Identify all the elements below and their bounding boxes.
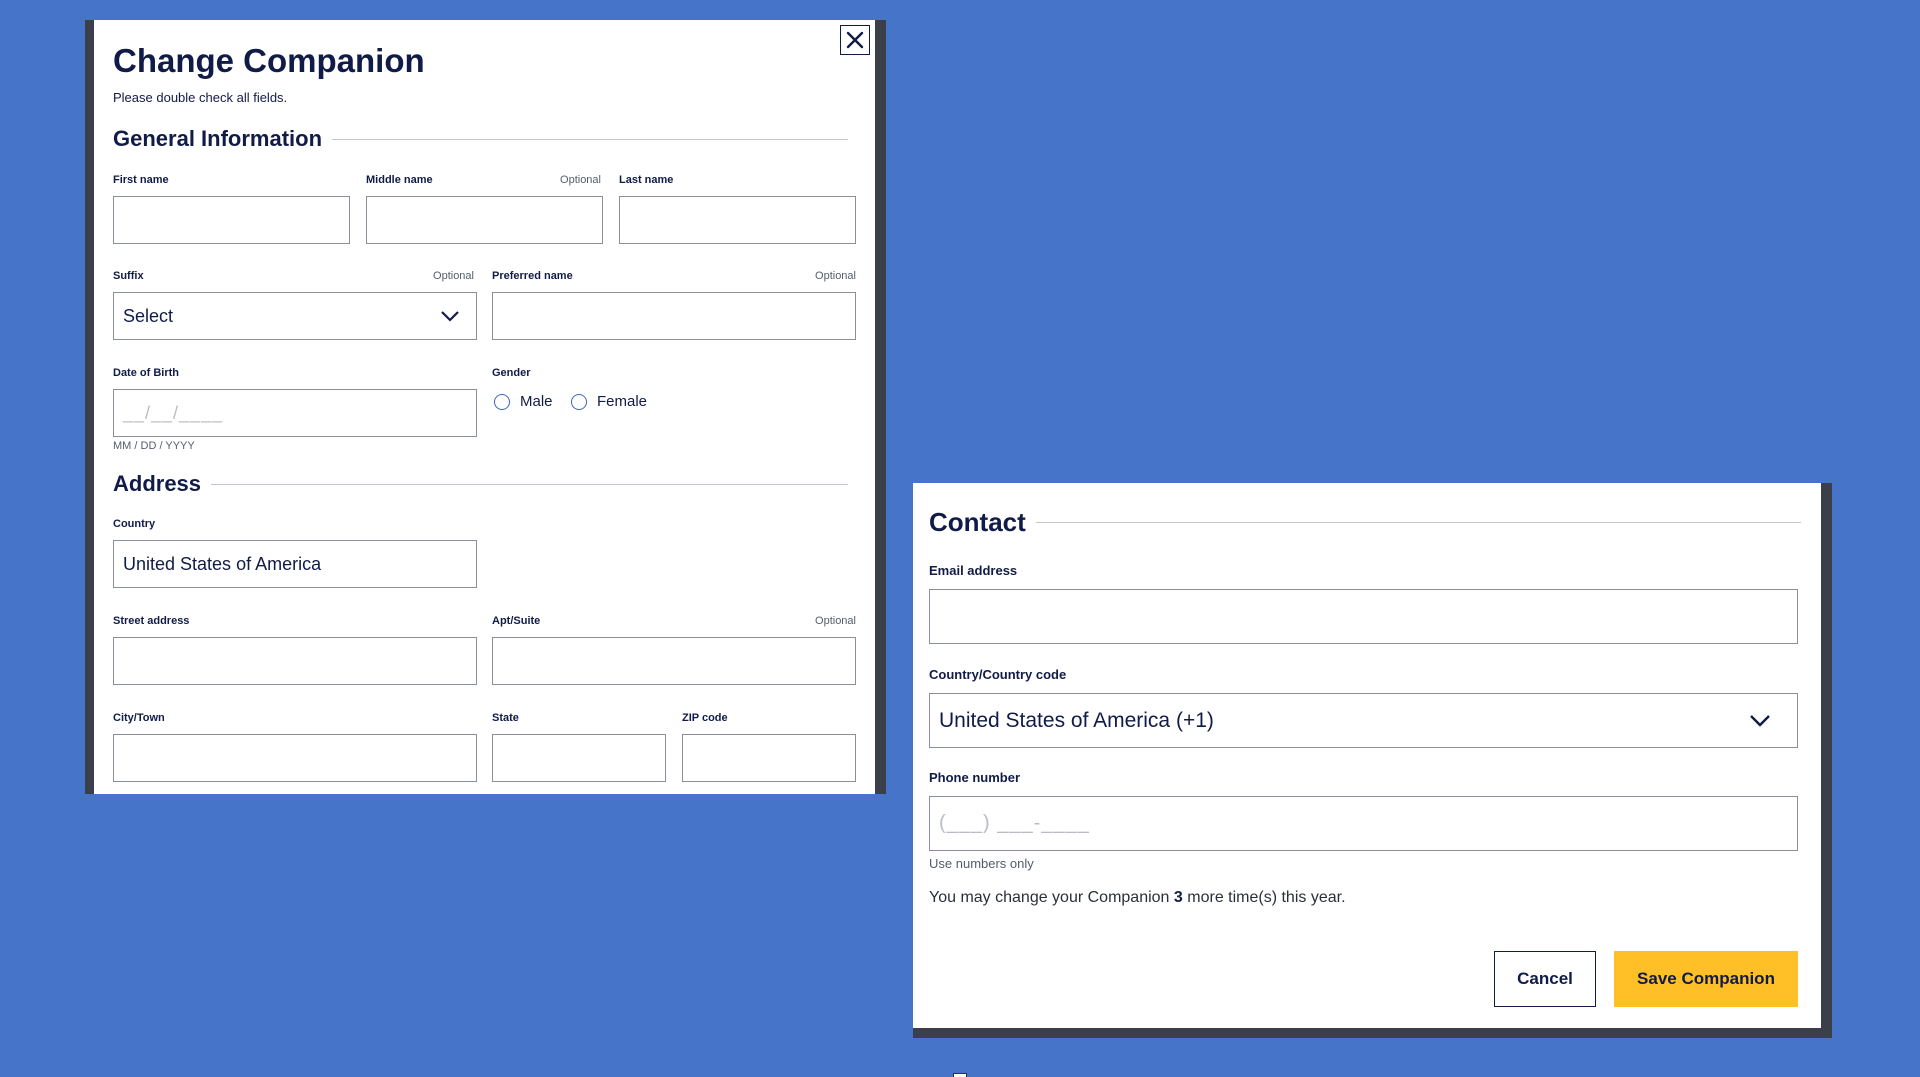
page-edge-element: [953, 1073, 967, 1077]
email-label: Email address: [929, 563, 1018, 578]
section-heading: Contact: [929, 507, 1026, 537]
dob-hint: MM / DD / YYYY: [113, 440, 195, 452]
preferred-name-optional: Optional: [815, 270, 856, 282]
section-heading: Address: [113, 471, 202, 496]
close-icon: [846, 31, 864, 49]
backdrop-edge-right: [875, 20, 886, 794]
city-input[interactable]: [113, 734, 477, 782]
preferred-name-input[interactable]: [492, 292, 856, 340]
apt-suite-input[interactable]: [492, 637, 856, 685]
middle-name-optional: Optional: [560, 174, 601, 186]
preferred-name-label: Preferred name: [492, 270, 573, 282]
gender-option-label: Male: [520, 393, 553, 410]
country-input[interactable]: United States of America: [113, 540, 477, 588]
suffix-selected-value: Select: [123, 305, 174, 326]
last-name-input[interactable]: [619, 196, 856, 244]
zip-label: ZIP code: [682, 712, 728, 724]
street-address-label: Street address: [113, 615, 190, 627]
middle-name-label: Middle name: [366, 174, 433, 186]
phone-hint: Use numbers only: [929, 856, 1034, 871]
radio-circle-icon: [571, 393, 587, 410]
chevron-down-icon: [1750, 714, 1770, 727]
change-count: 3: [1173, 889, 1183, 906]
state-input[interactable]: [492, 734, 666, 782]
chevron-down-icon: [441, 311, 459, 322]
suffix-optional: Optional: [433, 270, 474, 282]
dob-label: Date of Birth: [113, 367, 179, 379]
backdrop-edge-bottom-2: [913, 1028, 1832, 1038]
apt-suite-optional: Optional: [815, 615, 856, 627]
street-address-input[interactable]: [113, 637, 477, 685]
first-name-label: First name: [113, 174, 169, 186]
gender-label: Gender: [492, 367, 531, 379]
zip-input[interactable]: [682, 734, 856, 782]
change-companion-modal: Change Companion Please double check all…: [94, 20, 875, 794]
state-label: State: [492, 712, 519, 724]
backdrop-edge-left: [85, 20, 94, 794]
city-label: City/Town: [113, 712, 165, 724]
country-code-select[interactable]: United States of America (+1): [929, 693, 1798, 748]
section-divider: [211, 483, 848, 485]
phone-input[interactable]: (___) ___-____: [929, 796, 1798, 851]
last-name-label: Last name: [619, 174, 674, 186]
first-name-input[interactable]: [113, 196, 350, 244]
modal-title: Change Companion: [113, 42, 425, 79]
suffix-select[interactable]: Select: [113, 292, 477, 340]
country-code-selected-value: United States of America (+1): [939, 708, 1214, 732]
close-button[interactable]: [840, 25, 870, 55]
radio-circle-icon: [494, 393, 510, 410]
email-input[interactable]: [929, 589, 1798, 644]
cancel-button[interactable]: Cancel: [1494, 951, 1596, 1007]
section-divider: [332, 138, 848, 140]
modal-subtitle: Please double check all fields.: [113, 90, 288, 105]
country-code-label: Country/Country code: [929, 667, 1067, 682]
section-general-information: General Information: [113, 126, 848, 152]
dob-input[interactable]: __/__/____: [113, 389, 477, 437]
suffix-label: Suffix: [113, 270, 144, 282]
change-limit-note: You may change your Companion 3 more tim…: [929, 889, 1346, 906]
gender-option-label: Female: [597, 393, 648, 410]
save-companion-button[interactable]: Save Companion: [1614, 951, 1798, 1007]
middle-name-input[interactable]: [366, 196, 603, 244]
gender-radio-female[interactable]: Female: [571, 393, 647, 410]
section-contact: Contact: [929, 507, 1801, 538]
contact-panel: Contact Email address Country/Country co…: [913, 483, 1821, 1028]
section-address: Address: [113, 471, 848, 497]
section-divider: [1035, 522, 1801, 523]
gender-radio-male[interactable]: Male: [494, 393, 553, 410]
country-label: Country: [113, 518, 156, 530]
section-heading: General Information: [113, 126, 323, 151]
phone-label: Phone number: [929, 770, 1021, 785]
backdrop-edge-right-2: [1821, 483, 1832, 1038]
apt-suite-label: Apt/Suite: [492, 615, 541, 627]
